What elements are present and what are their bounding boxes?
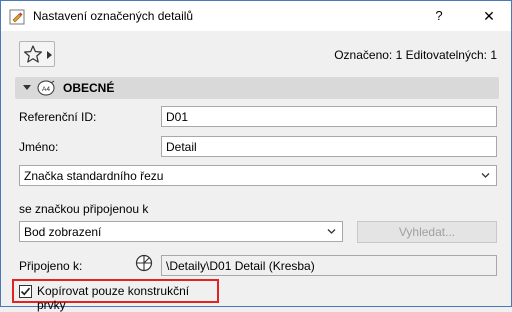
linked-marker-label: se značkou připojenou k xyxy=(19,202,149,216)
marker-type-select[interactable]: Značka standardního řezu xyxy=(19,165,497,186)
section-title: OBECNÉ xyxy=(63,81,115,95)
section-header-general[interactable]: A4 OBECNÉ xyxy=(15,77,499,99)
checkmark-icon xyxy=(20,287,31,296)
linked-to-label: Připojeno k: xyxy=(19,259,83,273)
copy-construction-checkbox[interactable] xyxy=(19,285,32,298)
window-title: Nastavení označených detailů xyxy=(33,9,194,23)
favorites-button[interactable] xyxy=(19,41,55,67)
chevron-down-icon xyxy=(481,173,490,178)
app-icon xyxy=(9,9,25,25)
copy-construction-option[interactable]: Kopírovat pouze konstrukční prvky xyxy=(12,279,219,312)
reference-id-input[interactable]: D01 xyxy=(161,106,497,127)
title-bar: Nastavení označených detailů ? ✕ xyxy=(1,1,511,31)
svg-text:A4: A4 xyxy=(42,86,50,93)
close-button[interactable]: ✕ xyxy=(479,6,499,26)
linked-marker-select[interactable]: Bod zobrazení xyxy=(19,221,343,242)
chevron-down-icon xyxy=(23,85,31,90)
dropdown-arrow-icon xyxy=(47,51,52,59)
name-input[interactable]: Detail xyxy=(161,136,497,157)
marked-count: Označeno: 1 Editovatelných: 1 xyxy=(334,48,497,62)
linked-to-field: \Detaily\D01 Detail (Kresba) xyxy=(161,255,497,276)
star-icon xyxy=(24,45,42,63)
name-label: Jméno: xyxy=(19,140,59,154)
copy-construction-label: Kopírovat pouze konstrukční prvky xyxy=(37,284,190,312)
find-button[interactable]: Vyhledat... xyxy=(357,221,497,243)
chevron-down-icon xyxy=(327,229,336,234)
reference-id-label: Referenční ID: xyxy=(19,110,97,124)
linked-marker-value: Bod zobrazení xyxy=(24,225,102,239)
help-button[interactable]: ? xyxy=(429,6,449,26)
detail-marker-icon: A4 xyxy=(37,80,55,96)
settings-dialog: Nastavení označených detailů ? ✕ Označen… xyxy=(0,0,512,312)
marker-type-value: Značka standardního řezu xyxy=(24,169,164,183)
link-target-icon xyxy=(135,254,153,272)
